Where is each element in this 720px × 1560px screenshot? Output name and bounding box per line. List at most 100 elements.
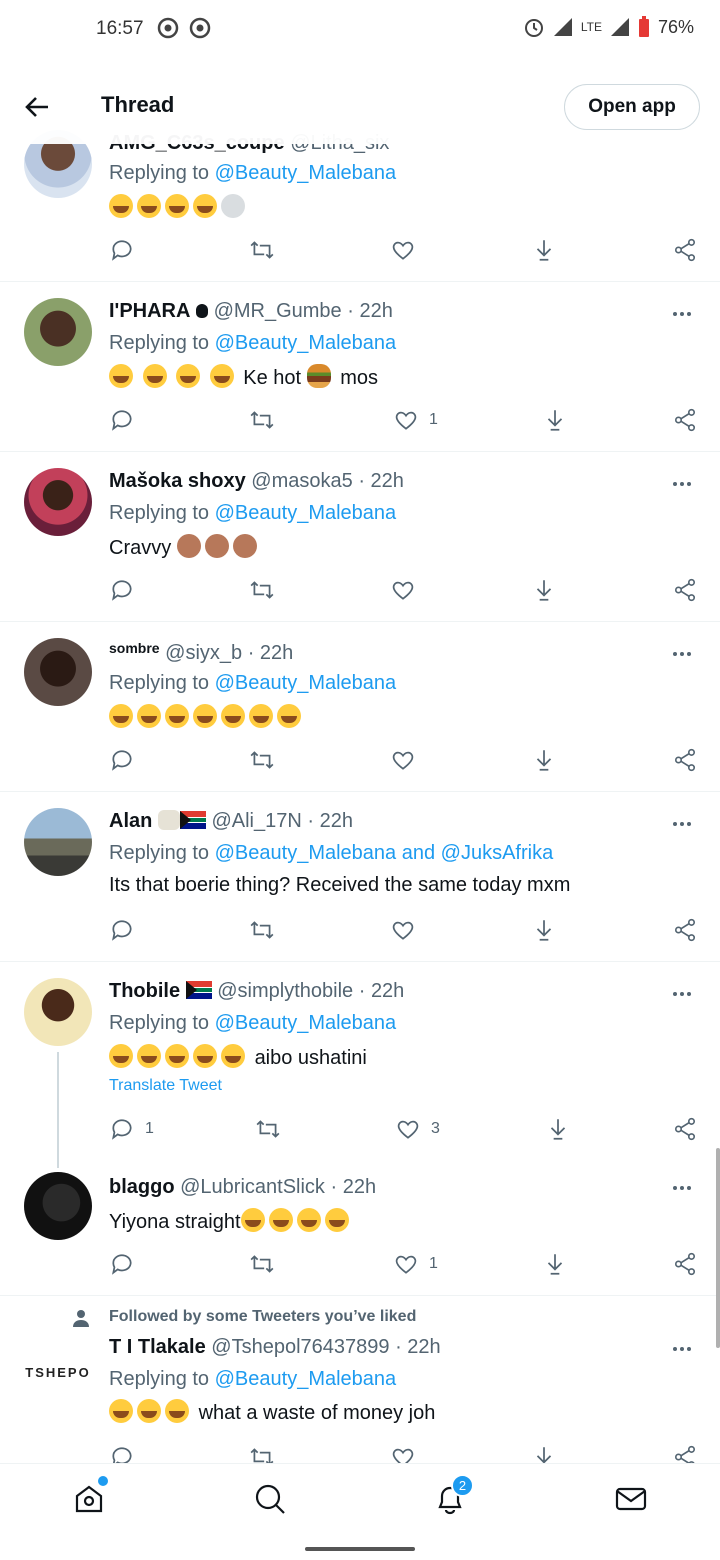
mention-link[interactable]: @Beauty_Malebana (215, 162, 397, 184)
more-icon[interactable] (670, 814, 694, 834)
like-button[interactable] (390, 745, 416, 775)
more-icon[interactable] (670, 1339, 694, 1359)
download-button[interactable] (531, 235, 557, 265)
retweet-button[interactable] (249, 235, 275, 265)
tweet-header: T I Tlakale @Tshepol76437899 · 22h (109, 1336, 441, 1358)
tweet[interactable]: Alan @Ali_17N · 22h Replying to @Beauty_… (0, 792, 720, 962)
reply-icon (112, 1119, 132, 1140)
tweet-time[interactable]: 22h (371, 980, 404, 1002)
download-button[interactable] (542, 1249, 568, 1279)
author-name[interactable]: sombre (109, 640, 160, 656)
author-name[interactable]: blaggo (109, 1176, 175, 1198)
avatar[interactable] (24, 1172, 92, 1240)
tweet-time[interactable]: 22h (359, 300, 392, 322)
crying-emoji (249, 704, 273, 728)
tweet[interactable]: AMG_C63s_coupe @Litha_six Replying to @B… (0, 130, 720, 282)
avatar[interactable]: TSHEPO (24, 1338, 92, 1406)
nav-search[interactable] (253, 1482, 289, 1518)
download-button[interactable] (531, 745, 557, 775)
author-name[interactable]: Alan (109, 810, 152, 832)
tweet-time[interactable]: 22h (260, 642, 293, 664)
tweet[interactable]: sombre @siyx_b · 22h Replying to @Beauty… (0, 622, 720, 792)
mention-link[interactable]: @Beauty_Malebana (215, 1012, 397, 1034)
reply-button[interactable] (109, 405, 135, 435)
tweet[interactable]: Mašoka shoxy @masoka5 · 22h Replying to … (0, 452, 720, 622)
author-handle[interactable]: @masoka5 (251, 470, 352, 492)
download-button[interactable] (545, 1114, 571, 1144)
share-button[interactable] (672, 745, 698, 775)
author-name[interactable]: T I Tlakale (109, 1336, 206, 1358)
reply-button[interactable] (109, 1249, 135, 1279)
more-icon[interactable] (670, 304, 694, 324)
download-button[interactable] (531, 915, 557, 945)
avatar[interactable] (24, 468, 92, 536)
reply-button[interactable] (109, 745, 135, 775)
tweet[interactable]: blaggo @LubricantSlick · 22h Yiyona stra… (0, 1158, 720, 1296)
share-button[interactable] (672, 405, 698, 435)
mention-link[interactable]: @Beauty_Malebana (215, 672, 397, 694)
south-africa-flag-emoji (185, 981, 212, 999)
download-button[interactable] (531, 575, 557, 605)
nav-home[interactable] (72, 1482, 108, 1518)
tweet-header: I'PHARA @MR_Gumbe · 22h (109, 300, 393, 322)
tweet-time[interactable]: 22h (343, 1176, 376, 1198)
retweet-button[interactable] (249, 745, 275, 775)
more-icon[interactable] (670, 984, 694, 1004)
more-icon[interactable] (670, 474, 694, 494)
author-handle[interactable]: @simplythobile (217, 980, 353, 1002)
share-button[interactable] (672, 235, 698, 265)
share-button[interactable] (672, 915, 698, 945)
author-handle[interactable]: @Ali_17N (211, 810, 301, 832)
gesture-bar[interactable] (305, 1547, 415, 1551)
like-button[interactable]: 3 (395, 1114, 440, 1144)
avatar[interactable] (24, 808, 92, 876)
author-handle[interactable]: @MR_Gumbe (214, 300, 342, 322)
like-button[interactable]: 1 (393, 1249, 438, 1279)
more-icon[interactable] (670, 644, 694, 664)
author-name[interactable]: Thobile (109, 980, 180, 1002)
reply-button[interactable] (109, 915, 135, 945)
like-button[interactable] (390, 575, 416, 605)
retweet-button[interactable] (255, 1114, 281, 1144)
author-handle[interactable]: @LubricantSlick (180, 1176, 325, 1198)
like-button[interactable]: 1 (393, 405, 438, 435)
tweet[interactable]: Thobile @simplythobile · 22h Replying to… (0, 962, 720, 1158)
like-button[interactable] (390, 915, 416, 945)
mention-link[interactable]: @Beauty_Malebana (215, 502, 397, 524)
translate-tweet-link[interactable]: Translate Tweet (109, 1077, 222, 1095)
more-icon[interactable] (670, 1178, 694, 1198)
reply-button[interactable] (109, 575, 135, 605)
share-button[interactable] (672, 575, 698, 605)
retweet-button[interactable] (249, 575, 275, 605)
retweet-button[interactable] (249, 915, 275, 945)
scrollbar[interactable] (716, 1148, 720, 1348)
reply-button[interactable] (109, 235, 135, 265)
author-name[interactable]: I'PHARA (109, 300, 190, 322)
avatar[interactable] (24, 298, 92, 366)
mention-link[interactable]: @Beauty_Malebana (215, 332, 397, 354)
retweet-icon (250, 241, 274, 259)
tweet-time[interactable]: 22h (371, 470, 404, 492)
share-button[interactable] (672, 1114, 698, 1144)
tweet[interactable]: I'PHARA @MR_Gumbe · 22h Replying to @Bea… (0, 282, 720, 452)
see-no-evil-monkey-emoji (232, 534, 257, 558)
back-arrow-icon[interactable] (22, 92, 52, 122)
tweet-time[interactable]: 22h (407, 1336, 440, 1358)
tweet[interactable]: Followed by some Tweeters you’ve liked T… (0, 1296, 720, 1469)
avatar[interactable] (24, 638, 92, 706)
author-handle[interactable]: @Tshepol76437899 (211, 1336, 389, 1358)
author-handle[interactable]: @siyx_b (165, 642, 242, 664)
share-button[interactable] (672, 1249, 698, 1279)
open-app-button[interactable]: Open app (564, 84, 700, 130)
retweet-button[interactable] (249, 1249, 275, 1279)
mention-link[interactable]: @Beauty_Malebana and @JuksAfrika (215, 842, 554, 864)
like-button[interactable] (390, 235, 416, 265)
reply-button[interactable]: 1 (109, 1114, 154, 1144)
avatar[interactable] (24, 978, 92, 1046)
tweet-time[interactable]: 22h (320, 810, 353, 832)
author-name[interactable]: Mašoka shoxy (109, 470, 246, 492)
nav-messages[interactable] (614, 1482, 650, 1518)
retweet-button[interactable] (249, 405, 275, 435)
download-button[interactable] (542, 405, 568, 435)
mention-link[interactable]: @Beauty_Malebana (215, 1368, 397, 1390)
